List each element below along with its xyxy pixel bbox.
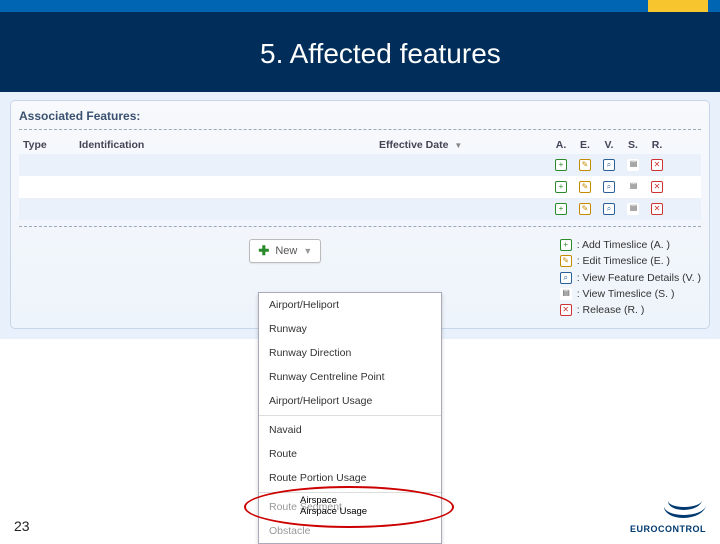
close-icon: ✕ <box>651 159 663 171</box>
edit-icon: ✎ <box>579 159 591 171</box>
slice-icon: ▤ <box>627 181 639 193</box>
row-add-button[interactable]: + <box>549 181 573 193</box>
legend-release: ✕ : Release (R. ) <box>558 302 701 318</box>
banner-accent <box>648 0 708 12</box>
table-row: + ✎ ⌕ ▤ ✕ <box>19 198 701 220</box>
col-identification[interactable]: Identification <box>79 139 379 151</box>
new-button-label: New <box>275 245 297 257</box>
slice-icon: ▤ <box>627 159 639 171</box>
table-row: + ✎ ⌕ ▤ ✕ <box>19 176 701 198</box>
view-icon: ⌕ <box>560 272 572 284</box>
legend-add: + : Add Timeslice (A. ) <box>558 237 701 253</box>
page-title: 5. Affected features <box>260 38 501 70</box>
view-icon: ⌕ <box>603 181 615 193</box>
view-icon: ⌕ <box>603 159 615 171</box>
legend-release-label: : Release (R. ) <box>577 304 645 316</box>
row-view-button[interactable]: ⌕ <box>597 203 621 215</box>
row-edit-button[interactable]: ✎ <box>573 159 597 171</box>
add-icon: + <box>555 181 567 193</box>
legend-edit-label: : Edit Timeslice (E. ) <box>577 255 670 267</box>
plus-icon: ✚ <box>258 243 269 259</box>
footer: 23 EUROCONTROL <box>0 496 720 534</box>
add-icon: + <box>555 203 567 215</box>
legend: + : Add Timeslice (A. ) ✎ : Edit Timeslice… <box>552 233 701 318</box>
dd-route-portion-usage[interactable]: Route Portion Usage <box>259 466 441 490</box>
page-number: 23 <box>14 518 30 534</box>
col-effective-label: Effective Date <box>379 139 448 151</box>
slice-icon: ▤ <box>560 288 572 300</box>
divider <box>19 226 701 227</box>
edit-icon: ✎ <box>579 181 591 193</box>
col-e: E. <box>573 139 597 151</box>
edit-icon: ✎ <box>560 255 572 267</box>
legend-add-label: : Add Timeslice (A. ) <box>577 239 670 251</box>
brand-logo: EUROCONTROL <box>630 496 706 534</box>
panel-title: Associated Features: <box>19 107 701 127</box>
row-slice-button[interactable]: ▤ <box>621 159 645 171</box>
divider <box>19 129 701 130</box>
dropdown-separator <box>259 415 441 416</box>
legend-view: ⌕ : View Feature Details (V. ) <box>558 269 701 285</box>
close-icon: ✕ <box>651 203 663 215</box>
dd-route[interactable]: Route <box>259 442 441 466</box>
close-icon: ✕ <box>560 304 572 316</box>
col-type[interactable]: Type <box>19 139 79 151</box>
row-view-button[interactable]: ⌕ <box>597 181 621 193</box>
slide-header: 5. Affected features <box>0 0 720 92</box>
row-release-button[interactable]: ✕ <box>645 159 669 171</box>
row-add-button[interactable]: + <box>549 159 573 171</box>
legend-edit: ✎ : Edit Timeslice (E. ) <box>558 253 701 269</box>
logo-mark-icon <box>658 496 706 524</box>
row-view-button[interactable]: ⌕ <box>597 159 621 171</box>
col-effective-date[interactable]: Effective Date ▼ <box>379 139 549 151</box>
col-s: S. <box>621 139 645 151</box>
dd-runway[interactable]: Runway <box>259 317 441 341</box>
row-edit-button[interactable]: ✎ <box>573 203 597 215</box>
table-header: Type Identification Effective Date ▼ A. … <box>19 136 701 154</box>
dd-runway-centreline-point[interactable]: Runway Centreline Point <box>259 365 441 389</box>
col-v: V. <box>597 139 621 151</box>
legend-slice: ▤ : View Timeslice (S. ) <box>558 286 701 302</box>
new-button[interactable]: ✚ New ▼ <box>249 239 321 263</box>
dd-runway-direction[interactable]: Runway Direction <box>259 341 441 365</box>
row-slice-button[interactable]: ▤ <box>621 181 645 193</box>
brand-name: EUROCONTROL <box>630 524 706 534</box>
sort-desc-icon: ▼ <box>454 141 462 150</box>
dd-navaid[interactable]: Navaid <box>259 418 441 442</box>
row-add-button[interactable]: + <box>549 203 573 215</box>
row-release-button[interactable]: ✕ <box>645 181 669 193</box>
banner-top-stripe <box>0 0 720 12</box>
row-release-button[interactable]: ✕ <box>645 203 669 215</box>
legend-slice-label: : View Timeslice (S. ) <box>577 288 675 300</box>
col-r: R. <box>645 139 669 151</box>
close-icon: ✕ <box>651 181 663 193</box>
row-edit-button[interactable]: ✎ <box>573 181 597 193</box>
row-slice-button[interactable]: ▤ <box>621 203 645 215</box>
table-row: + ✎ ⌕ ▤ ✕ <box>19 154 701 176</box>
add-icon: + <box>555 159 567 171</box>
view-icon: ⌕ <box>603 203 615 215</box>
slice-icon: ▤ <box>627 203 639 215</box>
add-icon: + <box>560 239 572 251</box>
caret-down-icon: ▼ <box>303 246 312 256</box>
dd-airport-heliport[interactable]: Airport/Heliport <box>259 293 441 317</box>
dd-airport-heliport-usage[interactable]: Airport/Heliport Usage <box>259 389 441 413</box>
col-a: A. <box>549 139 573 151</box>
edit-icon: ✎ <box>579 203 591 215</box>
legend-view-label: : View Feature Details (V. ) <box>577 272 701 284</box>
dropdown-separator <box>259 492 441 493</box>
